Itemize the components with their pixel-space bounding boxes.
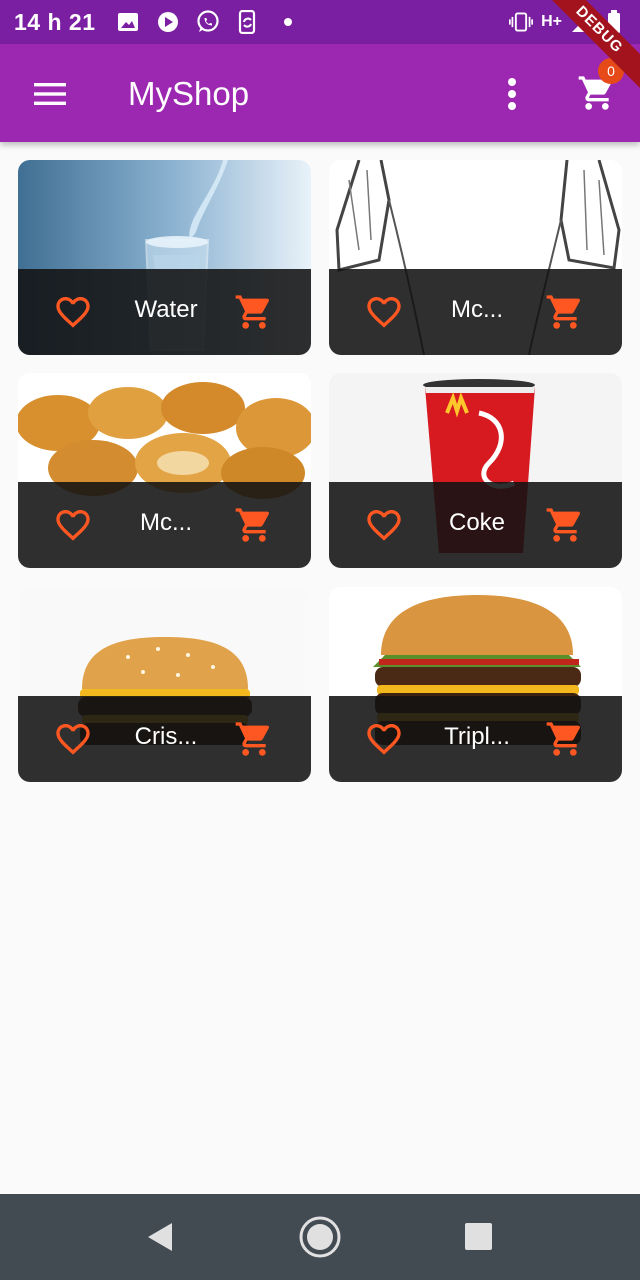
cart-badge: 0 bbox=[598, 58, 624, 84]
product-title: Coke bbox=[448, 509, 506, 536]
signal-icon bbox=[570, 10, 594, 34]
product-tile-cris[interactable]: Cris... bbox=[18, 587, 311, 782]
add-to-cart-button[interactable] bbox=[232, 504, 276, 546]
menu-icon bbox=[34, 83, 66, 105]
product-tile-mc-1[interactable]: Mc... bbox=[329, 160, 622, 355]
image-icon bbox=[116, 10, 140, 34]
whatsapp-icon bbox=[196, 10, 220, 34]
app-bar: MyShop bbox=[0, 44, 640, 142]
status-bar: 14 h 21 H+ bbox=[0, 0, 640, 44]
status-time: 14 h 21 bbox=[14, 8, 96, 35]
favorite-button[interactable] bbox=[363, 504, 405, 546]
more-vert-icon bbox=[508, 78, 516, 110]
product-title: Tripl... bbox=[444, 723, 510, 750]
product-title: Cris... bbox=[134, 723, 198, 750]
add-to-cart-button[interactable] bbox=[543, 504, 587, 546]
add-to-cart-button[interactable] bbox=[543, 718, 587, 760]
cart-icon bbox=[546, 722, 581, 756]
product-title: Mc... bbox=[140, 509, 192, 536]
cart-icon bbox=[235, 722, 270, 756]
tile-footer: Cris... bbox=[18, 696, 311, 782]
recents-icon[interactable] bbox=[465, 1223, 492, 1250]
tile-footer: Water bbox=[18, 269, 311, 355]
cart-icon bbox=[235, 295, 270, 329]
add-to-cart-button[interactable] bbox=[543, 291, 587, 333]
heart-outline-icon bbox=[367, 724, 401, 755]
play-icon bbox=[156, 10, 180, 34]
cart-icon bbox=[546, 508, 581, 542]
favorite-button[interactable] bbox=[363, 718, 405, 760]
tile-footer: Tripl... bbox=[329, 696, 622, 782]
cart-icon bbox=[235, 508, 270, 542]
vibrate-icon bbox=[509, 10, 534, 34]
tile-footer: Mc... bbox=[18, 482, 311, 568]
favorite-button[interactable] bbox=[363, 291, 405, 333]
status-icons-right: H+ bbox=[509, 10, 626, 34]
tile-footer: Mc... bbox=[329, 269, 622, 355]
heart-outline-icon bbox=[56, 297, 90, 328]
menu-button[interactable] bbox=[26, 72, 74, 116]
add-to-cart-button[interactable] bbox=[232, 718, 276, 760]
favorite-button[interactable] bbox=[52, 504, 94, 546]
status-icons-left bbox=[116, 10, 300, 34]
favorite-button[interactable] bbox=[52, 291, 94, 333]
product-tile-water[interactable]: Water bbox=[18, 160, 311, 355]
heart-outline-icon bbox=[56, 510, 90, 541]
app-title: MyShop bbox=[128, 75, 250, 112]
battery-icon bbox=[602, 10, 626, 34]
network-type: H+ bbox=[541, 13, 562, 30]
favorite-button[interactable] bbox=[52, 718, 94, 760]
heart-outline-icon bbox=[367, 510, 401, 541]
product-title: Mc... bbox=[451, 296, 503, 323]
product-tile-tripl[interactable]: Tripl... bbox=[329, 587, 622, 782]
cart-icon bbox=[546, 295, 581, 329]
product-tile-coke[interactable]: Coke bbox=[329, 373, 622, 568]
dot-icon bbox=[276, 10, 300, 34]
phone-sync-icon bbox=[236, 10, 260, 34]
product-tile-mc-2[interactable]: Mc... bbox=[18, 373, 311, 568]
back-icon[interactable] bbox=[140, 1219, 180, 1255]
add-to-cart-button[interactable] bbox=[232, 291, 276, 333]
tile-footer: Coke bbox=[329, 482, 622, 568]
system-nav-bar bbox=[0, 1194, 640, 1280]
more-options-button[interactable] bbox=[494, 72, 530, 116]
heart-outline-icon bbox=[56, 724, 90, 755]
heart-outline-icon bbox=[367, 297, 401, 328]
product-title: Water bbox=[134, 296, 198, 323]
home-icon[interactable] bbox=[298, 1215, 342, 1259]
